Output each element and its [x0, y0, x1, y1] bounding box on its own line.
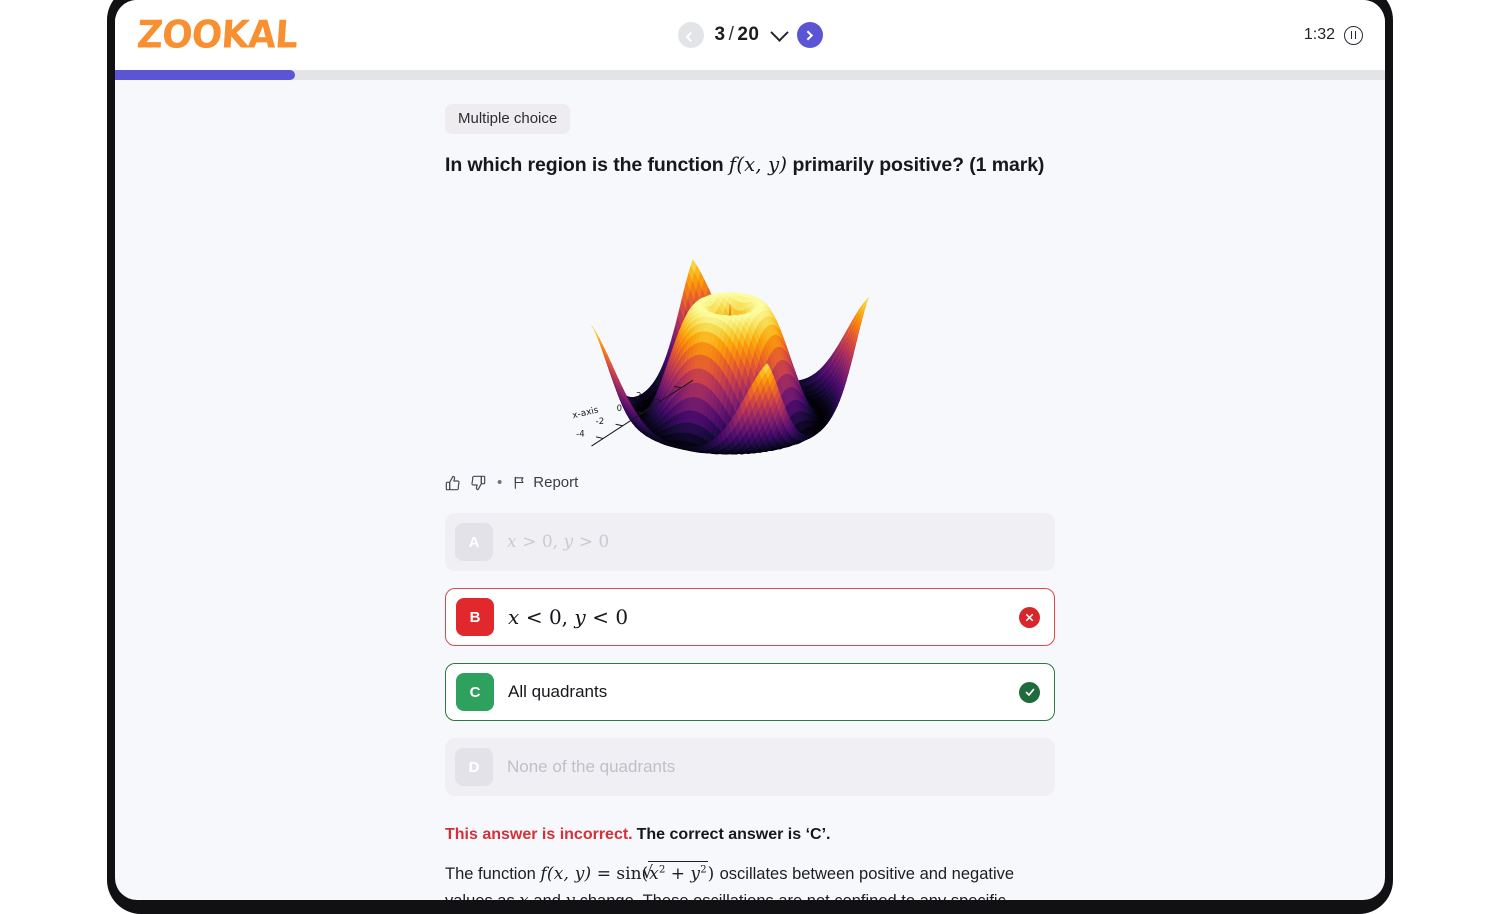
thumbs-down-icon[interactable] — [470, 475, 486, 491]
option-letter-badge: D — [455, 748, 493, 787]
feedback-row: • Report — [445, 474, 1055, 491]
chevron-down-icon[interactable] — [769, 22, 789, 42]
timer-area: 1:32 — [1303, 25, 1363, 45]
feedback-separator: • — [497, 474, 503, 492]
flag-icon — [515, 477, 524, 490]
option-letter-badge: C — [456, 673, 494, 712]
answer-option-a[interactable]: Ax > 0, y > 0 — [445, 513, 1055, 572]
device-frame: ZOOKAL 3/20 1:32 Multiple choice In whic… — [107, 0, 1393, 914]
explanation-text-3: and — [529, 892, 566, 900]
verdict-incorrect: This answer is incorrect. — [445, 826, 633, 844]
answer-option-d[interactable]: D None of the quadrants — [445, 738, 1055, 797]
zookal-logo[interactable]: ZOOKAL — [135, 13, 298, 56]
chevron-right-icon — [803, 30, 814, 40]
chevron-left-icon — [685, 31, 696, 42]
option-letter-badge: B — [456, 598, 494, 637]
report-button[interactable]: Report — [513, 474, 578, 491]
page-separator: / — [728, 24, 735, 45]
svg-text:2: 2 — [636, 392, 641, 402]
explanation-math-x: x — [519, 891, 529, 900]
timer-value: 1:32 — [1303, 26, 1335, 43]
answer-options: Ax > 0, y > 0 Bx < 0, y < 0 C All quadrants… — [445, 513, 1055, 797]
total-pages: 20 — [737, 24, 760, 45]
surface-plot-figure: -4 -2 0 2 4 x-axis — [445, 190, 1055, 472]
thumbs-up-icon[interactable] — [445, 475, 461, 491]
svg-text:-4: -4 — [576, 430, 584, 440]
explanation-text-1: The function — [445, 864, 541, 883]
prev-question-button[interactable] — [677, 22, 704, 48]
prompt-part-1: In which region is the function — [445, 154, 729, 176]
answer-option-b[interactable]: Bx < 0, y < 0 — [445, 588, 1055, 647]
option-text: x < 0, y < 0 — [508, 605, 629, 630]
question-prompt: In which region is the function f(x, y) … — [445, 152, 1055, 178]
answer-option-c[interactable]: C All quadrants — [445, 663, 1055, 722]
next-question-button[interactable] — [796, 22, 823, 48]
explanation-body: The function f(x, y) = sin(√ x2 + y2) osc… — [445, 860, 1055, 900]
report-label: Report — [533, 474, 579, 492]
svg-text:4: 4 — [656, 379, 661, 389]
option-text: None of the quadrants — [507, 757, 676, 777]
verdict-correct: The correct answer is ‘C’. — [636, 826, 831, 844]
prompt-part-2: primarily positive? (1 mark) — [787, 154, 1045, 176]
prompt-math-args: (x, y) — [736, 153, 788, 176]
option-text: All quadrants — [508, 682, 608, 702]
explanation-section: This answer is incorrect. The correct ans… — [445, 824, 1055, 900]
svg-text:-2: -2 — [596, 417, 604, 427]
verdict-line: This answer is incorrect. The correct ans… — [445, 824, 1055, 846]
app-header: ZOOKAL 3/20 1:32 — [115, 0, 1385, 70]
progress-bar — [115, 70, 1385, 80]
option-text: x > 0, y > 0 — [507, 532, 610, 553]
explanation-math-y: y — [566, 891, 576, 900]
app-screen: ZOOKAL 3/20 1:32 Multiple choice In whic… — [115, 0, 1385, 900]
surface-plot-svg: -4-2024x-axis — [571, 259, 869, 455]
check-circle-icon — [1019, 681, 1040, 703]
pause-icon[interactable] — [1344, 25, 1363, 45]
question-content: Multiple choice In which region is the f… — [115, 80, 1385, 900]
explanation-math-function: f(x, y) = sin(√ x2 + y2) — [540, 860, 719, 884]
current-page: 3 — [714, 24, 726, 45]
question-pager: 3/20 — [115, 22, 1385, 48]
progress-bar-fill — [115, 70, 296, 80]
page-counter: 3/20 — [715, 24, 760, 46]
x-circle-icon — [1019, 606, 1040, 628]
svg-text:0: 0 — [617, 405, 622, 415]
question-type-badge: Multiple choice — [445, 104, 571, 134]
option-letter-badge: A — [455, 523, 493, 562]
